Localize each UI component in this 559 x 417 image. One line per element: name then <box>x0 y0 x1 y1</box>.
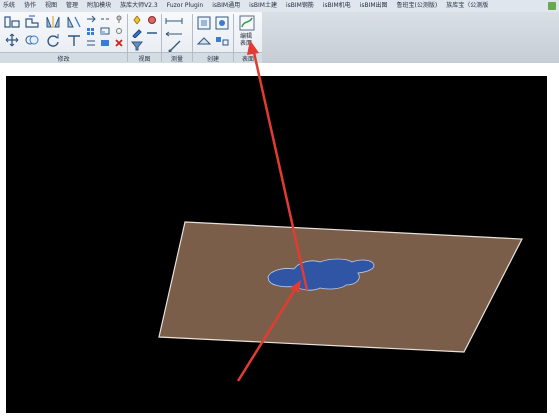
annotation-arrow-line-2 <box>236 287 298 382</box>
annotation-overlay <box>236 40 309 382</box>
annotation-arrowhead <box>247 40 259 55</box>
annotation-arrowhead-2 <box>290 280 301 293</box>
annotation-arrow-line <box>251 47 309 291</box>
